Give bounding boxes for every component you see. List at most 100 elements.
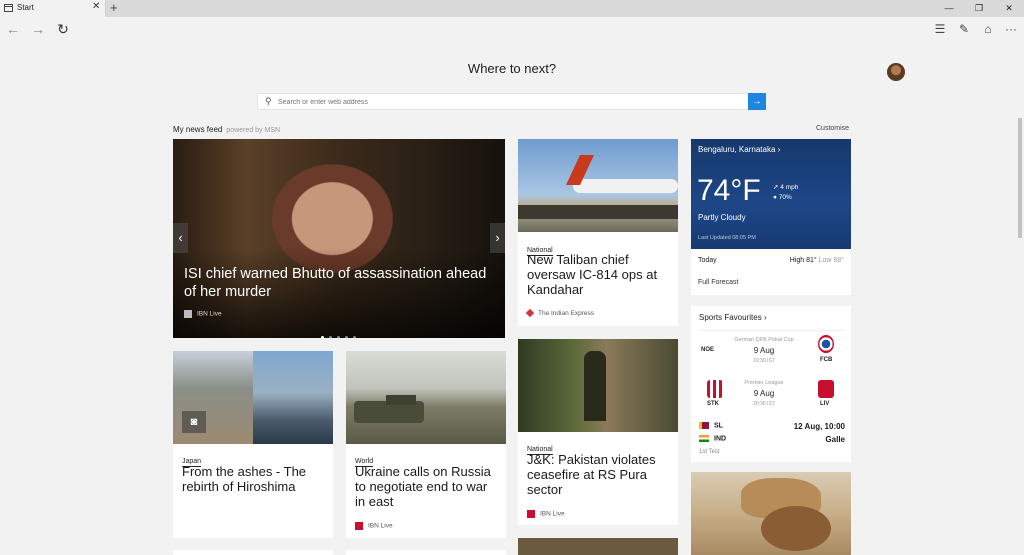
carousel-dot[interactable] xyxy=(353,336,356,338)
tab-start[interactable]: Start ✕ xyxy=(0,0,106,17)
liv-crest-icon xyxy=(818,380,834,398)
fcb-crest-icon xyxy=(818,335,834,353)
carousel-dot[interactable] xyxy=(337,336,340,338)
hero-carousel[interactable]: ‹ › ISI chief warned Bhutto of assassina… xyxy=(173,139,505,338)
article-image xyxy=(518,339,678,432)
forecast-low: Low 68° xyxy=(818,257,844,264)
sports-title[interactable]: Sports Favourites › xyxy=(699,313,767,322)
close-tab-icon[interactable]: ✕ xyxy=(92,2,100,12)
match-time: 19:30 IST xyxy=(753,358,775,364)
customise-link[interactable]: Customise xyxy=(816,125,849,132)
article-source: IBN Live xyxy=(527,510,565,518)
article-source: The Indian Express xyxy=(525,309,594,318)
tab-bar: Start ✕ + — ❐ ✕ xyxy=(0,0,1024,17)
article-card[interactable]: National J&K: Pakistan violates ceasefir… xyxy=(518,339,678,525)
camera-icon: ◙ xyxy=(182,411,206,433)
carousel-prev-button[interactable]: ‹ xyxy=(173,223,188,253)
weather-updated: Last Updated 08:05 PM xyxy=(698,235,756,241)
weather-forecast[interactable]: Today High 81° Low 68° Full Forecast xyxy=(691,249,851,295)
carousel-dots xyxy=(321,326,361,338)
source-logo-icon xyxy=(355,522,363,530)
india-flag-icon xyxy=(699,435,709,442)
carousel-dot[interactable] xyxy=(345,336,348,338)
web-note-icon[interactable]: ✎ xyxy=(954,20,974,38)
match-time: 20:30 IST xyxy=(753,401,775,407)
go-button[interactable]: → xyxy=(748,93,766,110)
source-logo-icon xyxy=(527,510,535,518)
weather-details: ➚ 4 mph ● 70% xyxy=(773,184,799,201)
more-icon[interactable]: ··· xyxy=(1001,20,1021,38)
maximize-button[interactable]: ❐ xyxy=(964,0,994,17)
home-team: STK xyxy=(707,401,719,407)
match-league: Premier League xyxy=(744,380,784,386)
weather-temperature: 74°F xyxy=(697,174,761,207)
weather-location[interactable]: Bengaluru, Karnataka › xyxy=(698,145,780,154)
article-headline[interactable]: From the ashes - The rebirth of Hiroshim… xyxy=(182,464,322,494)
forecast-high: High 81° xyxy=(789,257,817,264)
article-card[interactable] xyxy=(691,472,851,555)
page-heading: Where to next? xyxy=(467,61,557,76)
feed-label: My news feed xyxy=(173,125,223,134)
hero-headline[interactable]: ISI chief warned Bhutto of assassination… xyxy=(184,265,494,301)
humidity-icon: ● xyxy=(773,194,777,201)
source-logo-icon xyxy=(184,310,192,318)
search-box: ⚲ → xyxy=(257,93,766,110)
sports-widget[interactable]: Sports Favourites › NOE German DFB Pokal… xyxy=(691,306,851,462)
home-team: NOE xyxy=(701,347,715,353)
match-date: 9 Aug xyxy=(753,389,775,398)
full-forecast-link[interactable]: Full Forecast xyxy=(698,279,738,286)
close-window-button[interactable]: ✕ xyxy=(994,0,1024,17)
match-row[interactable]: STK Premier League 9 Aug 20:30 IST LIV xyxy=(699,380,845,420)
match-venue: Galle xyxy=(825,435,845,444)
match-format: 1st Test xyxy=(699,449,720,455)
weather-widget[interactable]: Bengaluru, Karnataka › 74°F ➚ 4 mph ● 70… xyxy=(691,139,851,249)
chevron-right-icon: › xyxy=(763,313,767,322)
article-source: IBN Live xyxy=(355,522,393,530)
weather-condition: Partly Cloudy xyxy=(698,213,746,222)
carousel-next-button[interactable]: › xyxy=(490,223,505,253)
avatar[interactable] xyxy=(887,63,905,81)
article-card[interactable]: ◙ Japan From the ashes - The rebirth of … xyxy=(173,351,333,538)
article-headline[interactable]: J&K: Pakistan violates ceasefire at RS P… xyxy=(527,452,667,497)
match-league: German DFB Pokal Cup xyxy=(734,337,794,343)
forecast-today-row: Today High 81° Low 68° xyxy=(698,257,844,264)
divider xyxy=(699,330,845,331)
news-feed-label: My news feed powered by MSN xyxy=(173,125,280,134)
match-row[interactable]: NOE German DFB Pokal Cup 9 Aug 19:30 IST… xyxy=(699,335,845,377)
article-image xyxy=(761,506,831,551)
article-card[interactable] xyxy=(518,538,678,555)
article-headline[interactable]: Ukraine calls on Russia to negotiate end… xyxy=(355,464,500,509)
carousel-dot[interactable] xyxy=(321,336,324,338)
minimize-button[interactable]: — xyxy=(934,0,964,17)
cricket-match[interactable]: SL 12 Aug, 10:00 IND Galle 1st Test xyxy=(699,422,845,455)
article-card[interactable] xyxy=(346,550,506,555)
source-logo-icon xyxy=(525,309,535,318)
page-scrollbar[interactable] xyxy=(1017,118,1024,555)
article-image xyxy=(518,139,678,232)
address-input[interactable] xyxy=(278,96,738,108)
search-icon: ⚲ xyxy=(265,96,272,106)
carousel-dot[interactable] xyxy=(329,336,332,338)
share-icon[interactable]: ⌂ xyxy=(978,20,998,38)
forward-button[interactable]: → xyxy=(28,20,48,38)
new-tab-button[interactable]: + xyxy=(110,1,118,15)
chevron-right-icon: › xyxy=(777,145,781,154)
article-headline[interactable]: New Taliban chief oversaw IC-814 ops at … xyxy=(527,252,667,297)
away-team: LIV xyxy=(820,401,830,407)
away-team: FCB xyxy=(820,357,833,363)
stk-crest-icon xyxy=(707,380,723,398)
hero-source: IBN Live xyxy=(184,310,222,318)
scrollbar-thumb[interactable] xyxy=(1018,118,1022,238)
sri-lanka-flag-icon xyxy=(699,422,709,429)
refresh-button[interactable]: ↻ xyxy=(53,20,73,38)
match-date: 9 Aug xyxy=(753,346,775,355)
article-card[interactable]: World Ukraine calls on Russia to negotia… xyxy=(346,351,506,538)
article-image xyxy=(346,351,506,444)
wind-icon: ➚ xyxy=(773,184,779,191)
hub-icon[interactable]: ☰ xyxy=(930,20,950,38)
article-card[interactable]: National New Taliban chief oversaw IC-81… xyxy=(518,139,678,326)
back-button[interactable]: ← xyxy=(3,20,23,38)
tab-title: Start xyxy=(17,3,34,12)
article-image xyxy=(253,351,333,444)
article-card[interactable] xyxy=(173,550,333,555)
